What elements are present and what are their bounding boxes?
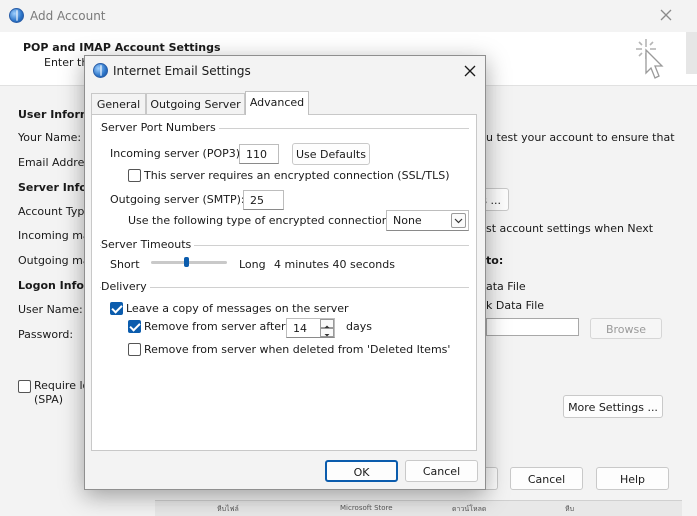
taskbar-strip: หีบไฟล์ Microsoft Store ดาวน์โหลด หีบ <box>155 500 682 516</box>
window-title: Add Account <box>30 9 106 23</box>
leave-copy-checkbox[interactable] <box>110 302 123 315</box>
require-spa-label: Require lo <box>34 379 90 392</box>
add-account-cancel-label: Cancel <box>527 473 566 486</box>
timeouts-section-title: Server Timeouts <box>101 238 195 251</box>
remove-deleted-label: Remove from server when deleted from 'De… <box>144 343 451 356</box>
browse-button-label: Browse <box>605 323 647 336</box>
chevron-down-icon[interactable] <box>451 213 466 228</box>
incoming-server-label: Incoming server (POP3): <box>110 147 244 160</box>
ssl-label: This server requires an encrypted connec… <box>144 169 450 182</box>
dialog-cancel-button[interactable]: Cancel <box>405 460 478 482</box>
encryption-type-value: None <box>393 214 422 227</box>
header-subtitle: Enter th <box>44 56 89 69</box>
help-button-label: Help <box>619 473 646 486</box>
outgoing-mail-label: Outgoing ma <box>18 254 90 267</box>
days-stepper[interactable]: 14 <box>286 318 335 338</box>
stepper-up-icon[interactable] <box>320 319 334 328</box>
dialog-close-icon[interactable] <box>461 62 479 80</box>
timeout-slider-thumb[interactable] <box>184 257 189 267</box>
taskbar-item[interactable]: หีบ <box>565 504 574 515</box>
your-name-label: Your Name: <box>18 131 82 144</box>
next-button-edge[interactable] <box>486 467 498 490</box>
stepper-down-icon[interactable] <box>320 328 334 337</box>
password-label: Password: <box>18 328 74 341</box>
remove-after-label: Remove from server after <box>144 320 286 333</box>
new-data-file-option[interactable]: ata File <box>486 280 526 293</box>
require-spa-checkbox[interactable] <box>18 380 31 393</box>
tab-general[interactable]: General <box>91 93 146 114</box>
more-settings-button-label: More Settings ... <box>568 401 658 414</box>
close-icon[interactable] <box>657 6 675 24</box>
encryption-type-label: Use the following type of encrypted conn… <box>128 214 393 227</box>
header-scroll-edge <box>686 32 697 74</box>
internet-email-settings-dialog: Internet Email Settings General Outgoing… <box>84 55 486 490</box>
remove-deleted-checkbox[interactable] <box>128 343 141 356</box>
add-account-titlebar: Add Account <box>0 0 697 32</box>
help-button[interactable]: Help <box>596 467 669 490</box>
ssl-checkbox[interactable] <box>128 169 141 182</box>
timeout-long-label: Long <box>239 258 266 271</box>
deliver-to-label: to: <box>486 254 504 267</box>
taskbar-item[interactable]: Microsoft Store <box>340 504 393 512</box>
taskbar-item[interactable]: หีบไฟล์ <box>217 504 239 515</box>
browse-button[interactable]: Browse <box>590 318 662 339</box>
incoming-port-input[interactable]: 110 <box>239 144 279 164</box>
ports-section-title: Server Port Numbers <box>101 121 219 134</box>
account-type-label: Account Type <box>18 205 92 218</box>
existing-data-file-option[interactable]: k Data File <box>486 299 544 312</box>
dialog-title: Internet Email Settings <box>113 64 251 78</box>
delivery-divider <box>100 287 469 288</box>
timeout-value: 4 minutes 40 seconds <box>274 258 395 271</box>
outgoing-port-input[interactable]: 25 <box>243 190 284 210</box>
days-value: 14 <box>293 322 307 335</box>
incoming-mail-label: Incoming ma <box>18 229 90 242</box>
advanced-tab-panel: Server Port Numbers Incoming server (POP… <box>91 114 477 451</box>
ok-button[interactable]: OK <box>325 460 398 482</box>
globe-icon <box>9 8 24 23</box>
email-address-label: Email Addres <box>18 156 91 169</box>
dialog-titlebar: Internet Email Settings <box>85 56 485 88</box>
tab-advanced-label: Advanced <box>249 96 305 109</box>
days-label: days <box>346 320 372 333</box>
use-defaults-button[interactable]: Use Defaults <box>292 143 370 165</box>
cursor-sparkle-icon <box>628 37 672 85</box>
ok-button-label: OK <box>353 466 370 479</box>
use-defaults-label: Use Defaults <box>296 148 366 161</box>
timeout-slider[interactable] <box>151 257 227 267</box>
require-spa-label-line2: (SPA) <box>34 393 64 406</box>
add-account-cancel-button[interactable]: Cancel <box>510 467 583 490</box>
outgoing-server-label: Outgoing server (SMTP): <box>110 193 245 206</box>
test-account-text: u test your account to ensure that <box>486 131 675 144</box>
header-title: POP and IMAP Account Settings <box>23 41 221 54</box>
tab-general-label: General <box>96 98 141 111</box>
tab-outgoing-server[interactable]: Outgoing Server <box>146 93 245 114</box>
dialog-cancel-label: Cancel <box>422 465 461 478</box>
encryption-type-select[interactable]: None <box>386 210 469 231</box>
taskbar-item[interactable]: ดาวน์โหลด <box>452 504 486 515</box>
next-settings-text: st account settings when Next <box>486 222 654 235</box>
remove-after-checkbox[interactable] <box>128 320 141 333</box>
more-settings-button[interactable]: More Settings ... <box>563 395 663 418</box>
delivery-section-title: Delivery <box>101 280 150 293</box>
tab-outgoing-server-label: Outgoing Server <box>150 98 241 111</box>
timeout-short-label: Short <box>110 258 140 271</box>
globe-icon <box>93 63 108 78</box>
user-name-label: User Name: <box>18 303 83 316</box>
leave-copy-label: Leave a copy of messages on the server <box>126 302 349 315</box>
tab-advanced[interactable]: Advanced <box>245 91 309 115</box>
data-file-path-input[interactable] <box>486 318 579 336</box>
